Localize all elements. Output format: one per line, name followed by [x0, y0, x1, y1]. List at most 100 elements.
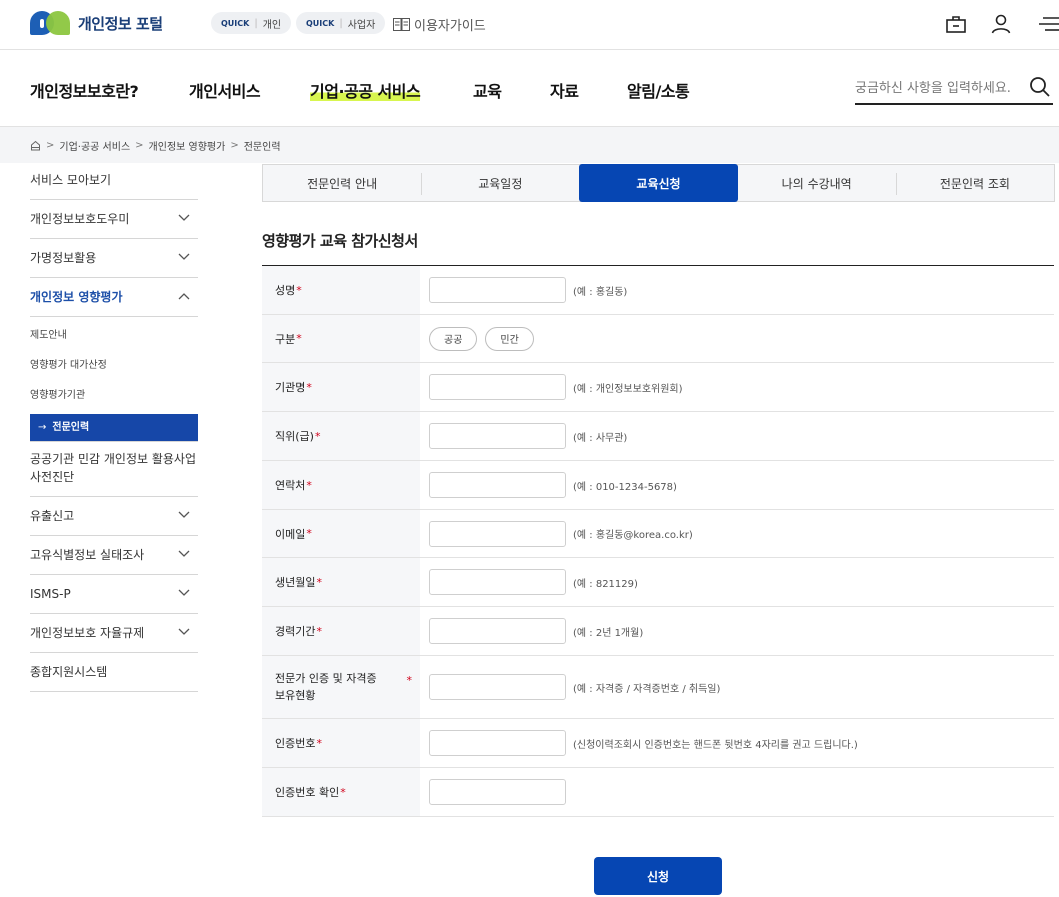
field-hint: (예 : 사무관) — [573, 432, 628, 444]
position-input[interactable] — [429, 423, 566, 449]
career-input[interactable] — [429, 618, 566, 644]
tab-my-courses[interactable]: 나의 수강내역 — [738, 165, 896, 201]
quick-business-label: 사업자 — [347, 19, 376, 31]
tab-expert-lookup[interactable]: 전문인력 조회 — [895, 165, 1054, 201]
user-guide-label: 이용자가이드 — [414, 19, 486, 34]
user-icon[interactable] — [989, 12, 1013, 36]
sidebar-item-services[interactable]: 서비스 모아보기 — [30, 163, 198, 200]
form-row-certification: 전문가 인증 및 자격증 보유현황 * (예 : 자격증 / 자격증번호 / 취… — [262, 656, 1054, 719]
sidebar-sub-item-cost[interactable]: 영향평가 대가산정 — [30, 351, 198, 381]
field-hint: (신청이력조회시 인증번호는 핸드폰 뒷번호 4자리를 권고 드립니다.) — [573, 739, 858, 751]
chevron-up-icon — [178, 293, 190, 300]
chevron-down-icon — [178, 550, 190, 557]
field-hint: (예 : 821129) — [573, 578, 638, 590]
required-mark: * — [406, 674, 413, 687]
site-logo[interactable]: 개인정보 포털 — [30, 11, 163, 35]
field-hint: (예 : 2년 1개월) — [573, 627, 644, 639]
field-label: 보유현황 — [275, 689, 316, 702]
field-label: 전문가 인증 및 자격증 — [275, 672, 377, 685]
sidebar-item-unique-id-survey[interactable]: 고유식별정보 실태조사 — [30, 536, 198, 575]
required-mark: * — [316, 736, 322, 750]
gnb-item-personal-services[interactable]: 개인서비스 — [189, 78, 261, 102]
required-mark: * — [340, 785, 346, 799]
tab-expert-guide[interactable]: 전문인력 안내 — [263, 165, 421, 201]
field-label: 연락처 — [275, 479, 306, 492]
phone-input[interactable] — [429, 472, 566, 498]
field-label: 생년월일 — [275, 576, 316, 589]
book-icon — [393, 18, 410, 31]
category-option-private[interactable]: 민간 — [485, 326, 534, 351]
required-mark: * — [306, 380, 312, 394]
sidebar-item-breach-report[interactable]: 유출신고 — [30, 497, 198, 536]
breadcrumb-current: 전문인력 — [243, 142, 281, 153]
quick-tag: QUICK — [306, 18, 335, 28]
logo-icon — [30, 11, 70, 35]
form-row-email: 이메일 * (예 : 홍길동@korea.co.kr) — [262, 510, 1054, 558]
chevron-down-icon — [178, 253, 190, 260]
quick-business-button[interactable]: QUICK | 사업자 — [296, 12, 386, 34]
organization-input[interactable] — [429, 374, 566, 400]
required-mark: * — [316, 624, 322, 638]
required-mark: * — [316, 575, 322, 589]
main-navigation: 개인정보보호란? 개인서비스 기업·공공 서비스 교육 자료 알림/소통 — [0, 51, 1059, 127]
submit-button[interactable]: 신청 — [594, 857, 722, 895]
sidebar-sub-item-experts[interactable]: → 전문인력 — [30, 414, 198, 441]
field-label: 경력기간 — [275, 625, 316, 638]
quick-personal-button[interactable]: QUICK | 개인 — [211, 12, 292, 34]
search-box — [855, 73, 1053, 105]
name-input[interactable] — [429, 277, 566, 303]
sidebar-item-pseudonym[interactable]: 가명정보활용 — [30, 239, 198, 278]
gnb-item-notice[interactable]: 알림/소통 — [627, 78, 690, 102]
form-row-auth-code-confirm: 인증번호 확인 * — [262, 768, 1054, 817]
form-title: 영향평가 교육 참가신청서 — [262, 232, 418, 250]
category-option-public[interactable]: 공공 — [429, 326, 478, 351]
chevron-down-icon — [178, 628, 190, 635]
sidebar-item-isms-p[interactable]: ISMS-P — [30, 575, 198, 614]
certification-input[interactable] — [429, 674, 566, 700]
search-icon[interactable] — [1029, 76, 1051, 98]
menu-icon[interactable] — [1037, 12, 1059, 36]
tab-apply[interactable]: 교육신청 — [579, 164, 738, 202]
required-mark: * — [306, 478, 312, 492]
field-label: 이메일 — [275, 527, 306, 541]
user-guide-link[interactable]: 이용자가이드 — [393, 15, 486, 34]
field-hint: (예 : 자격증 / 자격증번호 / 취득일) — [573, 683, 721, 695]
gnb-item-resources[interactable]: 자료 — [550, 78, 579, 102]
email-input[interactable] — [429, 520, 566, 547]
form-row-auth-code: 인증번호 * (신청이력조회시 인증번호는 핸드폰 뒷번호 4자리를 권고 드립니… — [262, 719, 1054, 768]
sidebar-sub-item-policy[interactable]: 제도안내 — [30, 321, 198, 351]
birthdate-input[interactable] — [429, 569, 566, 595]
gnb-item-business-services[interactable]: 기업·공공 서비스 — [310, 78, 421, 102]
sidebar-sub-item-agencies[interactable]: 영향평가기관 — [30, 381, 198, 411]
sidebar-item-support-system[interactable]: 종합지원시스템 — [30, 653, 198, 692]
field-hint: (예 : 개인정보보호위원회) — [573, 383, 683, 395]
required-mark: * — [296, 332, 302, 345]
quick-tag: QUICK — [221, 18, 250, 28]
field-hint: (예 : 010-1234-5678) — [573, 481, 677, 493]
gnb-item-education[interactable]: 교육 — [473, 78, 502, 102]
breadcrumb-item[interactable]: 개인정보 영향평가 — [149, 138, 226, 153]
gnb-item-about[interactable]: 개인정보보호란? — [30, 78, 139, 102]
sidebar-item-helper[interactable]: 개인정보보호도우미 — [30, 200, 198, 239]
tab-schedule[interactable]: 교육일정 — [421, 165, 579, 201]
sidebar-item-pre-diagnosis[interactable]: 공공기관 민감 개인정보 활용사업 사전진단 — [30, 442, 198, 497]
sidebar-item-self-regulation[interactable]: 개인정보보호 자율규제 — [30, 614, 198, 653]
auth-code-confirm-input[interactable] — [429, 779, 566, 805]
field-label: 인증번호 — [275, 737, 316, 750]
home-icon[interactable] — [30, 140, 41, 151]
field-label: 성명 — [275, 284, 296, 297]
form-row-name: 성명 * (예 : 홍길동) — [262, 266, 1054, 315]
chevron-down-icon — [178, 214, 190, 221]
sidebar: 서비스 모아보기 개인정보보호도우미 가명정보활용 개인정보 영향평가 제도안내… — [30, 163, 198, 692]
auth-code-input[interactable] — [429, 730, 566, 756]
toolbox-icon[interactable] — [944, 12, 968, 36]
breadcrumb: > 기업·공공 서비스 > 개인정보 영향평가 > 전문인력 — [30, 138, 281, 153]
form-row-career: 경력기간 * (예 : 2년 1개월) — [262, 607, 1054, 656]
top-bar: 개인정보 포털 QUICK | 개인 QUICK | 사업자 이용자가이드 — [0, 0, 1059, 50]
field-label: 구분 — [275, 332, 296, 346]
sidebar-item-impact-assessment[interactable]: 개인정보 영향평가 — [30, 278, 198, 316]
search-input[interactable] — [855, 77, 1023, 99]
quick-personal-label: 개인 — [262, 19, 282, 31]
field-hint: (예 : 홍길동@korea.co.kr) — [573, 530, 693, 541]
breadcrumb-item[interactable]: 기업·공공 서비스 — [59, 138, 130, 153]
